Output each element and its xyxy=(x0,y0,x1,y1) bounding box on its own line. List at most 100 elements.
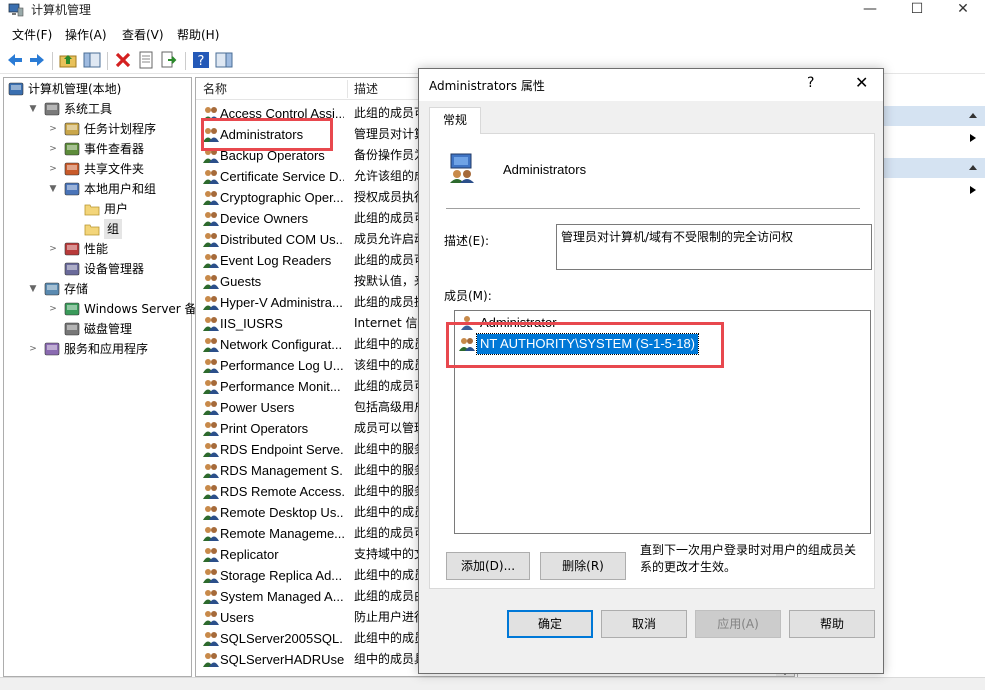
group-icon xyxy=(203,422,219,436)
group-name-cell: SQLServerHADRUse... xyxy=(220,652,344,667)
tree-item[interactable]: 计算机管理(本地) xyxy=(4,79,191,99)
tree-item[interactable]: 磁盘管理 xyxy=(4,319,191,339)
menu-action[interactable]: 操作(A) xyxy=(65,26,107,46)
group-users-icon xyxy=(459,338,475,351)
local-users-groups-icon xyxy=(64,182,80,196)
tree-item[interactable]: 用户 xyxy=(4,199,191,219)
dialog-help-button[interactable]: ? xyxy=(807,75,814,91)
task-scheduler-icon xyxy=(64,122,80,136)
group-name-cell: RDS Management S... xyxy=(220,463,344,478)
close-window-button[interactable]: ✕ xyxy=(943,0,983,22)
apply-button[interactable]: 应用(A) xyxy=(695,610,781,638)
tree-item[interactable]: 组 xyxy=(4,219,191,239)
menu-help[interactable]: 帮助(H) xyxy=(177,26,219,46)
tab-strip: 常规 xyxy=(429,107,875,134)
tree-item[interactable]: > 共享文件夹 xyxy=(4,159,191,179)
help-icon[interactable]: ? xyxy=(191,50,211,70)
collapsed-chevron-icon[interactable]: > xyxy=(48,239,58,259)
column-header-description[interactable]: 描述 xyxy=(354,78,378,100)
minimize-button[interactable]: — xyxy=(850,0,890,22)
tree-item-label: 任务计划程序 xyxy=(84,122,157,136)
folder-icon xyxy=(84,204,100,216)
group-icon xyxy=(203,569,219,583)
tree-item-label: 用户 xyxy=(104,202,129,216)
menu-view[interactable]: 查看(V) xyxy=(122,26,164,46)
group-icon xyxy=(203,128,219,142)
help-button[interactable]: 帮助 xyxy=(789,610,875,638)
administrators-properties-dialog: Administrators 属性 ? ✕ 常规 Administrators … xyxy=(418,68,884,674)
collapse-arrow-icon[interactable] xyxy=(968,110,978,120)
collapse-arrow-icon[interactable] xyxy=(968,162,978,172)
group-name-cell: Storage Replica Ad... xyxy=(220,568,343,583)
collapsed-chevron-icon[interactable]: > xyxy=(48,159,58,179)
tree-item-label: 设备管理器 xyxy=(84,262,145,276)
back-arrow-icon[interactable] xyxy=(5,50,25,70)
collapsed-chevron-icon[interactable]: > xyxy=(48,139,58,159)
group-name-cell: Hyper-V Administra... xyxy=(220,295,343,310)
export-list-icon[interactable] xyxy=(159,50,179,70)
ok-button[interactable]: 确定 xyxy=(507,610,593,638)
group-name-cell: RDS Remote Access... xyxy=(220,484,344,499)
group-icon xyxy=(203,548,219,562)
description-field[interactable]: 管理员对计算机/域有不受限制的完全访问权 xyxy=(556,224,872,270)
group-icon xyxy=(203,506,219,520)
collapsed-chevron-icon[interactable]: > xyxy=(48,119,58,139)
menu-file[interactable]: 文件(F) xyxy=(12,26,52,46)
tree-item[interactable]: ▼ 存储 xyxy=(4,279,191,299)
tree-item[interactable]: > 任务计划程序 xyxy=(4,119,191,139)
tree-item-label: 磁盘管理 xyxy=(84,322,133,336)
delete-icon[interactable] xyxy=(113,50,133,70)
services-apps-icon xyxy=(44,342,60,356)
more-actions-arrow-icon[interactable] xyxy=(968,133,978,143)
column-header-name[interactable]: 名称 xyxy=(203,78,227,100)
group-icon xyxy=(203,275,219,289)
group-icon xyxy=(203,359,219,373)
collapsed-chevron-icon[interactable]: > xyxy=(48,299,58,319)
group-name-cell: System Managed A... xyxy=(220,589,344,604)
tab-general[interactable]: 常规 xyxy=(429,107,481,134)
cancel-button[interactable]: 取消 xyxy=(601,610,687,638)
show-hide-action-pane-icon[interactable] xyxy=(214,50,234,70)
add-button[interactable]: 添加(D)... xyxy=(446,552,530,580)
windows-backup-icon xyxy=(64,302,80,316)
group-icon xyxy=(203,527,219,541)
title-bar: 计算机管理 — ☐ ✕ xyxy=(0,0,985,22)
group-name-cell: Event Log Readers xyxy=(220,253,332,268)
expanded-chevron-icon[interactable]: ▼ xyxy=(28,99,38,119)
computer-management-icon xyxy=(8,3,24,17)
tree-item[interactable]: 设备管理器 xyxy=(4,259,191,279)
group-name-cell: Certificate Service D... xyxy=(220,169,344,184)
toolbar-separator xyxy=(185,52,186,70)
group-icon xyxy=(203,170,219,184)
tree-item[interactable]: > 事件查看器 xyxy=(4,139,191,159)
tree-item[interactable]: ▼ 本地用户和组 xyxy=(4,179,191,199)
properties-icon[interactable] xyxy=(136,50,156,70)
tree-item-label: 性能 xyxy=(84,242,109,256)
tree-item[interactable]: > 性能 xyxy=(4,239,191,259)
tree-item[interactable]: ▼ 系统工具 xyxy=(4,99,191,119)
expanded-chevron-icon[interactable]: ▼ xyxy=(48,179,58,199)
dialog-close-button[interactable]: ✕ xyxy=(855,73,868,92)
dialog-title: Administrators 属性 xyxy=(429,79,545,93)
group-icon xyxy=(203,149,219,163)
forward-arrow-icon[interactable] xyxy=(27,50,47,70)
more-actions-arrow-icon[interactable] xyxy=(968,185,978,195)
group-icon xyxy=(203,464,219,478)
show-hide-console-tree-icon[interactable] xyxy=(82,50,102,70)
group-icon xyxy=(203,611,219,625)
console-tree: 计算机管理(本地) ▼ 系统工具 > 任务计划程序 > 事件查看器 > 共享文件夹 ▼ 本地用户和组… xyxy=(3,77,209,677)
expanded-chevron-icon[interactable]: ▼ xyxy=(28,279,38,299)
group-name-cell: Network Configurat... xyxy=(220,337,343,352)
remove-button[interactable]: 删除(R) xyxy=(540,552,626,580)
group-name-cell: Distributed COM Us... xyxy=(220,232,344,247)
column-divider[interactable] xyxy=(347,80,348,98)
tree-item[interactable]: > Windows Server 备份 xyxy=(4,299,208,319)
svg-text:?: ? xyxy=(198,54,205,69)
up-folder-icon[interactable] xyxy=(58,50,78,70)
collapsed-chevron-icon[interactable]: > xyxy=(28,339,38,359)
tree-item[interactable]: > 服务和应用程序 xyxy=(4,339,191,359)
group-icon xyxy=(203,107,219,121)
members-list[interactable]: Administrator NT AUTHORITY\SYSTEM (S-1-5… xyxy=(454,310,871,534)
storage-icon xyxy=(44,282,60,296)
maximize-button[interactable]: ☐ xyxy=(897,0,937,22)
